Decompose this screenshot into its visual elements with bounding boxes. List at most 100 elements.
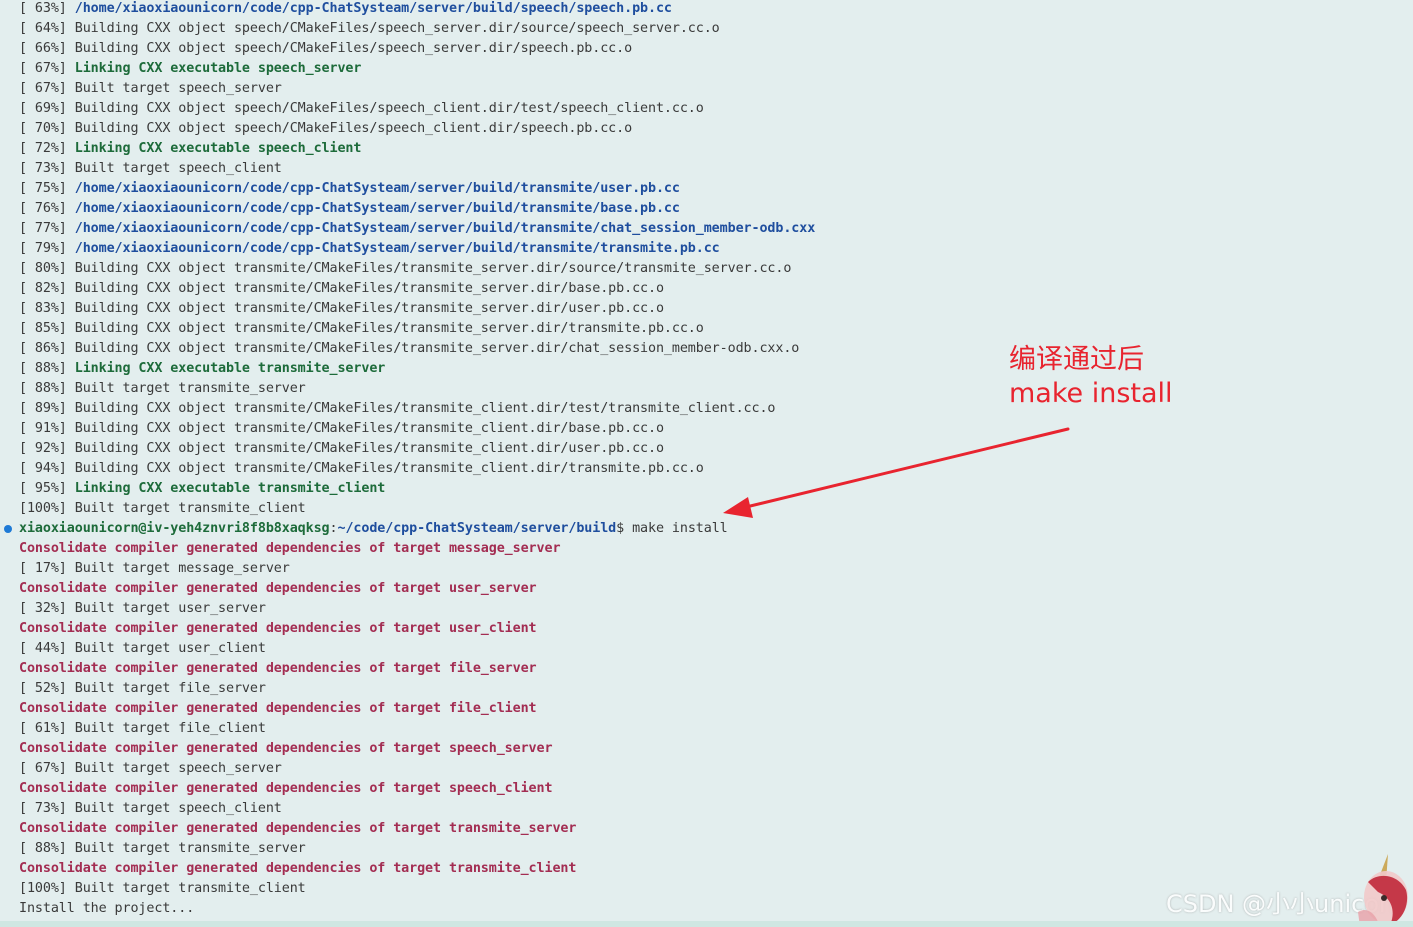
progress-percent: [ 88%] (19, 361, 75, 376)
terminal-line: [ 88%] Built target transmite_server (0, 379, 1413, 399)
terminal-line: [ 89%] Building CXX object transmite/CMa… (0, 399, 1413, 419)
terminal-line: [ 94%] Building CXX object transmite/CMa… (0, 459, 1413, 479)
progress-percent: [ 94%] (19, 461, 75, 476)
line-message: Linking CXX executable transmite_server (74, 361, 386, 376)
progress-percent: [ 52%] (19, 681, 75, 696)
line-message: Built target speech_client (74, 161, 282, 176)
terminal-line: Consolidate compiler generated dependenc… (0, 579, 1413, 599)
terminal-line: [ 67%] Built target speech_server (0, 759, 1413, 779)
annotation-line-2: make install (1009, 378, 1173, 409)
progress-percent: [100%] (19, 501, 75, 516)
terminal-line: [ 88%] Linking CXX executable transmite_… (0, 359, 1413, 379)
line-message: Building CXX object transmite/CMakeFiles… (74, 421, 664, 436)
prompt-cmd: $ make install (616, 521, 728, 536)
progress-percent: [ 85%] (19, 321, 75, 336)
line-message: Building CXX object transmite/CMakeFiles… (74, 461, 704, 476)
terminal-line: [ 82%] Building CXX object transmite/CMa… (0, 279, 1413, 299)
progress-percent: [ 17%] (19, 561, 75, 576)
progress-percent: [ 86%] (19, 341, 75, 356)
progress-percent: [ 82%] (19, 281, 75, 296)
progress-percent: [ 73%] (19, 161, 75, 176)
line-message: Built target transmite_server (74, 841, 306, 856)
terminal-line: [ 83%] Building CXX object transmite/CMa… (0, 299, 1413, 319)
progress-percent: [ 80%] (19, 261, 75, 276)
line-message: Built target message_server (74, 561, 290, 576)
bottom-scroll-strip (0, 921, 1413, 927)
terminal-line: [ 73%] Built target speech_client (0, 159, 1413, 179)
prompt-user: xiaoxiaounicorn@iv-yeh4znvri8f8b8xaqksg (19, 521, 330, 536)
line-message: /home/xiaoxiaounicorn/code/cpp-ChatSyste… (74, 181, 680, 196)
line-message: Consolidate compiler generated dependenc… (19, 701, 537, 716)
line-message: Built target file_client (74, 721, 266, 736)
progress-percent: [ 83%] (19, 301, 75, 316)
terminal-line: [ 79%] /home/xiaoxiaounicorn/code/cpp-Ch… (0, 239, 1413, 259)
progress-percent: [ 70%] (19, 121, 75, 136)
terminal-line: [ 66%] Building CXX object speech/CMakeF… (0, 39, 1413, 59)
progress-percent: [ 72%] (19, 141, 75, 156)
terminal-line: [ 75%] /home/xiaoxiaounicorn/code/cpp-Ch… (0, 179, 1413, 199)
terminal-line: [ 86%] Building CXX object transmite/CMa… (0, 339, 1413, 359)
progress-percent: [ 75%] (19, 181, 75, 196)
line-message: Consolidate compiler generated dependenc… (19, 621, 537, 636)
progress-percent: [ 64%] (19, 21, 75, 36)
terminal-line: [ 72%] Linking CXX executable speech_cli… (0, 139, 1413, 159)
line-message: Built target transmite_server (74, 381, 306, 396)
terminal-line: Consolidate compiler generated dependenc… (0, 859, 1413, 879)
line-message: Linking CXX executable speech_server (74, 61, 362, 76)
line-message: Building CXX object speech/CMakeFiles/sp… (74, 21, 720, 36)
prompt-cwd: ~/code/cpp-ChatSysteam/server/build (337, 521, 617, 536)
line-message: Built target user_server (74, 601, 266, 616)
terminal-line: [100%] Built target transmite_client (0, 499, 1413, 519)
line-message: Building CXX object transmite/CMakeFiles… (74, 401, 776, 416)
terminal-line: Consolidate compiler generated dependenc… (0, 619, 1413, 639)
terminal-line: Consolidate compiler generated dependenc… (0, 739, 1413, 759)
line-message: Built target user_client (74, 641, 266, 656)
terminal-line: [ 52%] Built target file_server (0, 679, 1413, 699)
progress-percent: [ 61%] (19, 721, 75, 736)
annotation-line-1: 编译通过后 (1009, 344, 1144, 375)
line-message: Install the project... (19, 901, 195, 916)
line-message: Consolidate compiler generated dependenc… (19, 661, 537, 676)
line-message: /home/xiaoxiaounicorn/code/cpp-ChatSyste… (74, 1, 672, 16)
progress-percent: [100%] (19, 881, 75, 896)
prompt-status-dot-icon (4, 525, 12, 533)
terminal-line: [ 64%] Building CXX object speech/CMakeF… (0, 19, 1413, 39)
progress-percent: [ 77%] (19, 221, 75, 236)
terminal-line: [ 85%] Building CXX object transmite/CMa… (0, 319, 1413, 339)
line-message: Building CXX object speech/CMakeFiles/sp… (74, 41, 633, 56)
line-message: Building CXX object transmite/CMakeFiles… (74, 281, 664, 296)
progress-percent: [ 66%] (19, 41, 75, 56)
terminal-line: [ 69%] Building CXX object speech/CMakeF… (0, 99, 1413, 119)
progress-percent: [ 92%] (19, 441, 75, 456)
progress-percent: [ 67%] (19, 61, 75, 76)
progress-percent: [ 67%] (19, 81, 75, 96)
line-message: Consolidate compiler generated dependenc… (19, 781, 553, 796)
line-message: Building CXX object transmite/CMakeFiles… (74, 341, 800, 356)
line-message: Building CXX object transmite/CMakeFiles… (74, 261, 792, 276)
line-message: Built target speech_client (74, 801, 282, 816)
line-message: /home/xiaoxiaounicorn/code/cpp-ChatSyste… (74, 201, 680, 216)
line-message: Built target file_server (74, 681, 266, 696)
terminal-line: [ 67%] Built target speech_server (0, 79, 1413, 99)
terminal-line: [ 73%] Built target speech_client (0, 799, 1413, 819)
terminal-line: [ 77%] /home/xiaoxiaounicorn/code/cpp-Ch… (0, 219, 1413, 239)
terminal-output[interactable]: [ 63%] /home/xiaoxiaounicorn/code/cpp-Ch… (0, 0, 1413, 919)
unicorn-avatar-icon (1358, 854, 1408, 927)
terminal-line: [ 17%] Built target message_server (0, 559, 1413, 579)
terminal-line: [ 63%] /home/xiaoxiaounicorn/code/cpp-Ch… (0, 0, 1413, 19)
shell-prompt-line: xiaoxiaounicorn@iv-yeh4znvri8f8b8xaqksg:… (0, 519, 1413, 539)
progress-percent: [ 88%] (19, 841, 75, 856)
progress-percent: [ 76%] (19, 201, 75, 216)
terminal-line: Consolidate compiler generated dependenc… (0, 779, 1413, 799)
terminal-line: Consolidate compiler generated dependenc… (0, 699, 1413, 719)
progress-percent: [ 73%] (19, 801, 75, 816)
progress-percent: [ 69%] (19, 101, 75, 116)
progress-percent: [ 95%] (19, 481, 75, 496)
terminal-line: Consolidate compiler generated dependenc… (0, 539, 1413, 559)
line-message: Built target speech_server (74, 81, 282, 96)
line-message: Built target speech_server (74, 761, 282, 776)
line-message: Building CXX object transmite/CMakeFiles… (74, 321, 704, 336)
line-message: Consolidate compiler generated dependenc… (19, 581, 537, 596)
terminal-line: [ 61%] Built target file_client (0, 719, 1413, 739)
line-message: Linking CXX executable speech_client (74, 141, 362, 156)
